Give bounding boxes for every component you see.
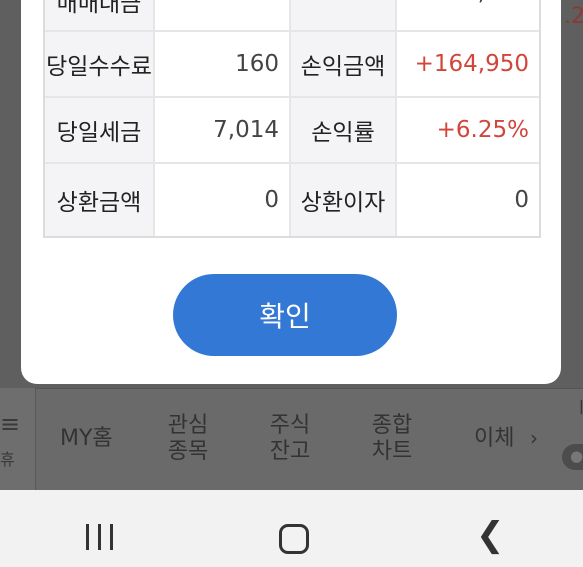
row-label: 상환이자 xyxy=(291,164,397,236)
profit-rate-value: +6.25% xyxy=(436,117,529,143)
system-navigation-bar: ❮ xyxy=(0,490,583,567)
back-icon[interactable]: ❮ xyxy=(476,518,505,552)
nav-item-stock-balance[interactable]: 주식 잔고 xyxy=(260,413,320,465)
table-row: 상환금액 0 상환이자 0 xyxy=(45,164,539,236)
row-value: 0 xyxy=(514,187,529,213)
table-row: 당일세금 7,014 손익률 +6.25% xyxy=(45,98,539,164)
nav-item-watchlist[interactable]: 관심 종목 xyxy=(158,413,218,465)
nav-item-label-line1: 관심 xyxy=(167,413,209,438)
home-icon[interactable] xyxy=(279,524,309,554)
row-label: 매매대금 xyxy=(45,0,155,30)
bottom-nav-row: MY홈 관심 종목 주식 잔고 종합 차트 이체 › ㅣ ● xyxy=(36,388,583,490)
row-label: 상환금액 xyxy=(45,164,155,236)
nav-item-label-line1: 주식 xyxy=(269,413,311,438)
confirm-button[interactable]: 확인 xyxy=(173,274,397,356)
row-label: 손익률 xyxy=(291,98,397,162)
nav-item-label-line1: 종합 xyxy=(371,413,413,438)
background-left-edge: ≡ 휴 xyxy=(0,388,36,490)
partial-toggle: ● xyxy=(562,444,583,470)
row-value: 7,224 xyxy=(397,0,539,30)
trade-summary-dialog: 매매대금 7,224 당일수수료 160 손익금액 +164,950 당일세금 … xyxy=(21,0,561,384)
nav-item-label-line2: 차트 xyxy=(371,439,413,464)
recent-apps-icon[interactable] xyxy=(86,524,116,550)
chevron-right-icon[interactable]: › xyxy=(530,426,538,450)
row-label: 손익금액 xyxy=(291,32,397,96)
row-value: 7,014 xyxy=(155,98,291,162)
partial-label: 휴 xyxy=(0,450,15,469)
nav-item-transfer[interactable]: 이체 xyxy=(474,426,514,452)
summary-table: 매매대금 7,224 당일수수료 160 손익금액 +164,950 당일세금 … xyxy=(43,0,541,238)
background-partial-value: .2 xyxy=(564,4,583,29)
row-value: 160 xyxy=(155,32,291,96)
profit-amount-value: +164,950 xyxy=(414,51,529,77)
row-value: 0 xyxy=(155,164,291,236)
row-label: 당일수수료 xyxy=(45,32,155,96)
nav-item-my-home[interactable]: MY홈 xyxy=(60,426,113,452)
table-row: 당일수수료 160 손익금액 +164,950 xyxy=(45,32,539,98)
row-label: 당일세금 xyxy=(45,98,155,162)
nav-item-label-line2: 종목 xyxy=(167,439,209,464)
toggle-icon: ● xyxy=(570,447,583,465)
partial-nav-label: ㅣ xyxy=(574,398,583,417)
row-label xyxy=(291,0,397,30)
nav-item-chart[interactable]: 종합 차트 xyxy=(362,413,422,465)
table-row: 매매대금 7,224 xyxy=(45,0,539,32)
menu-icon: ≡ xyxy=(0,410,21,438)
row-value xyxy=(155,0,291,30)
nav-item-label-line2: 잔고 xyxy=(269,439,311,464)
